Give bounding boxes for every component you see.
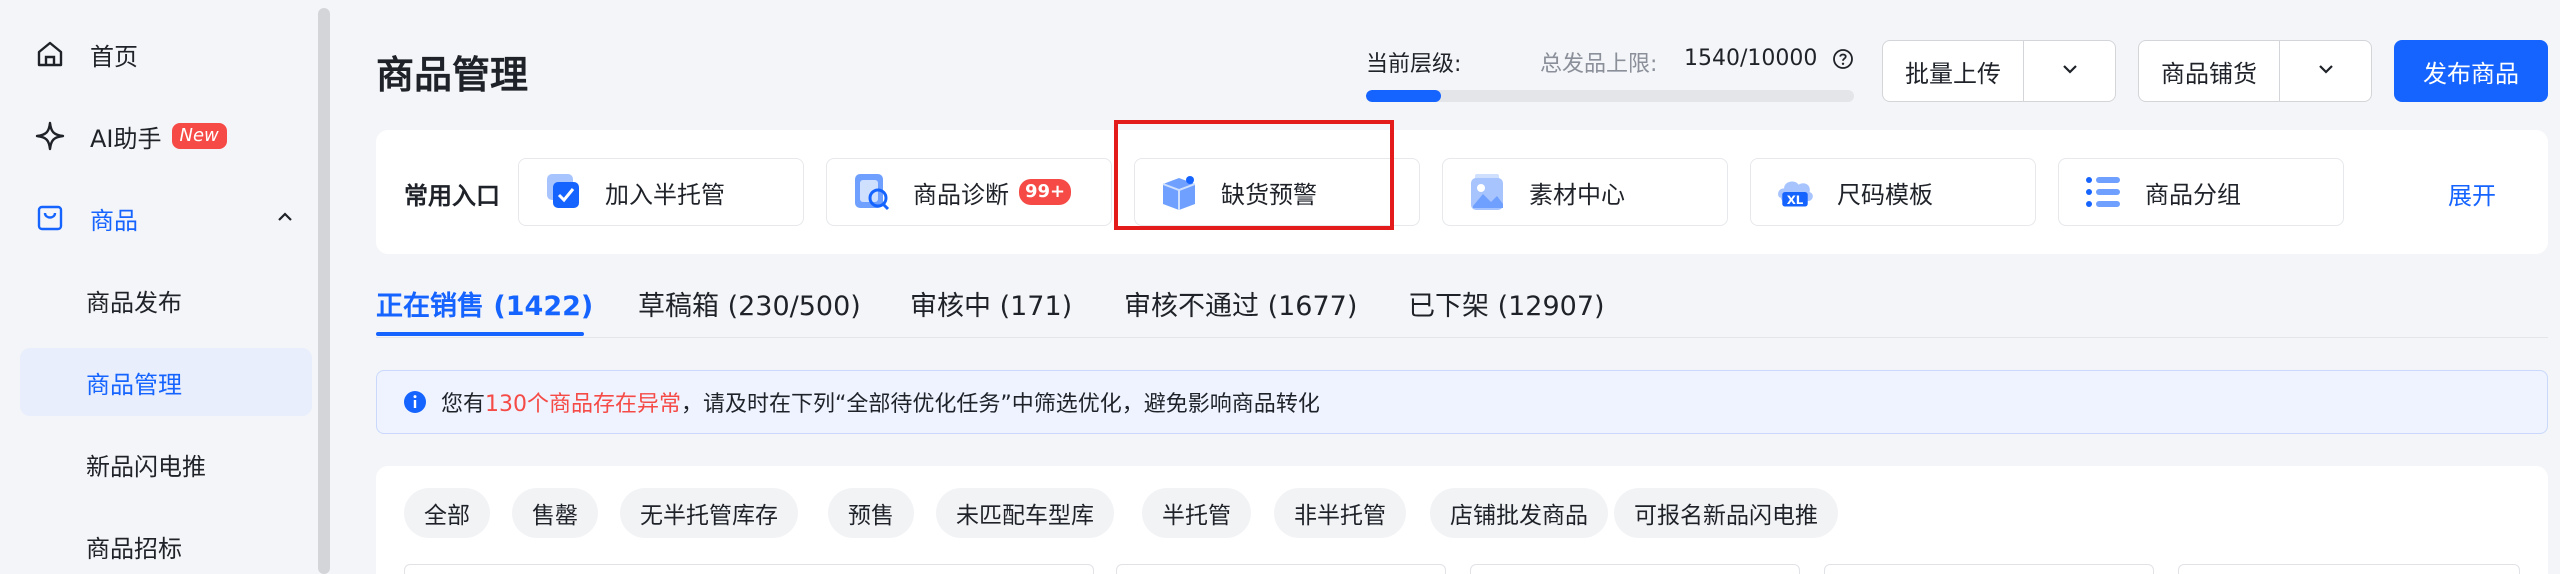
alert-highlight: 130个商品存在异常 <box>485 392 682 417</box>
filter-chip[interactable]: 无半托管库存 <box>620 488 798 538</box>
chevron-down-icon <box>2059 58 2081 84</box>
filter-panel: 全部 售罄 无半托管库存 预售 未匹配车型库 半托管 非半托管 店铺批发商品 可… <box>376 466 2548 574</box>
progress-fill <box>1366 90 1442 102</box>
chevron-up-icon <box>274 206 296 234</box>
filter-chip[interactable]: 预售 <box>828 488 914 538</box>
shortcut-label: 尺码模板 <box>1837 180 1933 209</box>
diagnosis-icon <box>851 172 891 212</box>
sidebar-item-label: 商品 <box>90 206 138 235</box>
filter-field[interactable] <box>404 564 1094 574</box>
product-distribution-button[interactable]: 商品铺货 <box>2139 41 2280 101</box>
list-icon <box>2083 172 2123 212</box>
sidebar-item-label: 商品发布 <box>86 288 182 317</box>
tab-on-sale[interactable]: 正在销售 (1422) <box>376 284 593 323</box>
expand-link[interactable]: 展开 <box>2448 176 2496 211</box>
publish-limit-value: 1540/10000 <box>1684 46 1818 71</box>
shortcut-label: 商品分组 <box>2145 180 2241 209</box>
sidebar-item-new-product-flash[interactable]: 新品闪电推 <box>20 430 312 498</box>
filter-field[interactable] <box>1116 564 1446 574</box>
filter-chip[interactable]: 非半托管 <box>1274 488 1406 538</box>
shortcut-product-diagnosis[interactable]: 商品诊断 99+ <box>826 158 1112 226</box>
shortcut-product-group[interactable]: 商品分组 <box>2058 158 2344 226</box>
batch-upload-dropdown[interactable] <box>2024 41 2115 101</box>
shortcut-size-template[interactable]: XL 尺码模板 <box>1750 158 2036 226</box>
sidebar-item-products[interactable]: 商品 <box>20 184 312 252</box>
sidebar-item-label: 商品管理 <box>86 370 182 399</box>
chevron-down-icon <box>2315 58 2337 84</box>
filter-chip[interactable]: 售罄 <box>512 488 598 538</box>
count-badge: 99+ <box>1019 179 1072 205</box>
filter-field[interactable] <box>1824 564 2154 574</box>
tab-drafts[interactable]: 草稿箱 (230/500) <box>638 284 861 323</box>
page-title: 商品管理 <box>376 53 529 97</box>
anomaly-alert: 您有 130个商品存在异常 ，请及时在下列“全部待优化任务”中筛选优化，避免影响… <box>376 370 2548 434</box>
shortcut-material-center[interactable]: 素材中心 <box>1442 158 1728 226</box>
tabs-divider <box>376 337 2548 338</box>
info-icon <box>403 390 427 414</box>
batch-upload-button[interactable]: 批量上传 <box>1883 41 2024 101</box>
help-icon[interactable] <box>1832 48 1854 74</box>
product-distribution-split-button: 商品铺货 <box>2138 40 2372 102</box>
filter-chip[interactable]: 全部 <box>404 488 490 538</box>
size-xl-icon: XL <box>1775 172 1815 212</box>
sidebar-item-label: 新品闪电推 <box>86 452 206 481</box>
sidebar-item-home[interactable]: 首页 <box>20 20 312 88</box>
sparkle-icon <box>32 118 68 154</box>
shortcut-label: 素材中心 <box>1529 180 1625 209</box>
product-distribution-dropdown[interactable] <box>2280 41 2371 101</box>
shortcut-join-semi-managed[interactable]: 加入半托管 <box>518 158 804 226</box>
batch-upload-split-button: 批量上传 <box>1882 40 2116 102</box>
sidebar-item-product-management[interactable]: 商品管理 <box>20 348 312 416</box>
tab-under-review[interactable]: 审核中 (171) <box>910 284 1072 323</box>
filter-chip[interactable]: 可报名新品闪电推 <box>1614 488 1838 538</box>
sidebar-item-label: AI助手 <box>90 124 162 153</box>
filter-field[interactable] <box>1470 564 1800 574</box>
publish-limit-progress <box>1366 90 1854 102</box>
shortcut-label: 加入半托管 <box>605 180 725 209</box>
filter-chip[interactable]: 未匹配车型库 <box>936 488 1114 538</box>
current-level-label: 当前层级: <box>1366 52 1462 77</box>
tab-delisted[interactable]: 已下架 (12907) <box>1408 284 1605 323</box>
home-icon <box>32 36 68 72</box>
new-badge: New <box>171 123 227 149</box>
shortcut-label: 商品诊断 <box>913 180 1009 209</box>
filter-chip[interactable]: 半托管 <box>1142 488 1251 538</box>
alert-prefix: 您有 <box>441 392 486 417</box>
sidebar: 首页 AI助手 New 商品 商品发布 商品管理 新品闪电推 商品招标 <box>0 0 330 574</box>
sidebar-scrollbar[interactable] <box>318 8 330 574</box>
shortcut-title: 常用入口 <box>404 182 500 210</box>
shortcut-panel: 常用入口 加入半托管 商品诊断 99+ 缺货预警 素材中心 XL 尺码模板 商品… <box>376 130 2548 254</box>
active-tab-indicator <box>376 332 584 336</box>
check-box-icon <box>543 172 583 212</box>
sidebar-item-product-publish[interactable]: 商品发布 <box>20 266 312 334</box>
bag-icon <box>32 200 68 236</box>
publish-product-button[interactable]: 发布商品 <box>2394 40 2548 102</box>
sidebar-item-label: 首页 <box>90 42 138 71</box>
alert-suffix: ，请及时在下列“全部待优化任务”中筛选优化，避免影响商品转化 <box>681 392 1320 417</box>
filter-field[interactable] <box>2178 564 2520 574</box>
sidebar-item-ai-assistant[interactable]: AI助手 New <box>20 102 312 170</box>
publish-limit-label: 总发品上限: <box>1540 52 1658 77</box>
sidebar-item-label: 商品招标 <box>86 534 182 563</box>
highlight-annotation <box>1114 120 1394 230</box>
image-icon <box>1467 172 1507 212</box>
filter-chip[interactable]: 店铺批发商品 <box>1430 488 1608 538</box>
tab-review-failed[interactable]: 审核不通过 (1677) <box>1124 284 1357 323</box>
svg-text:XL: XL <box>1787 193 1804 207</box>
sidebar-item-product-bidding[interactable]: 商品招标 <box>20 512 312 574</box>
